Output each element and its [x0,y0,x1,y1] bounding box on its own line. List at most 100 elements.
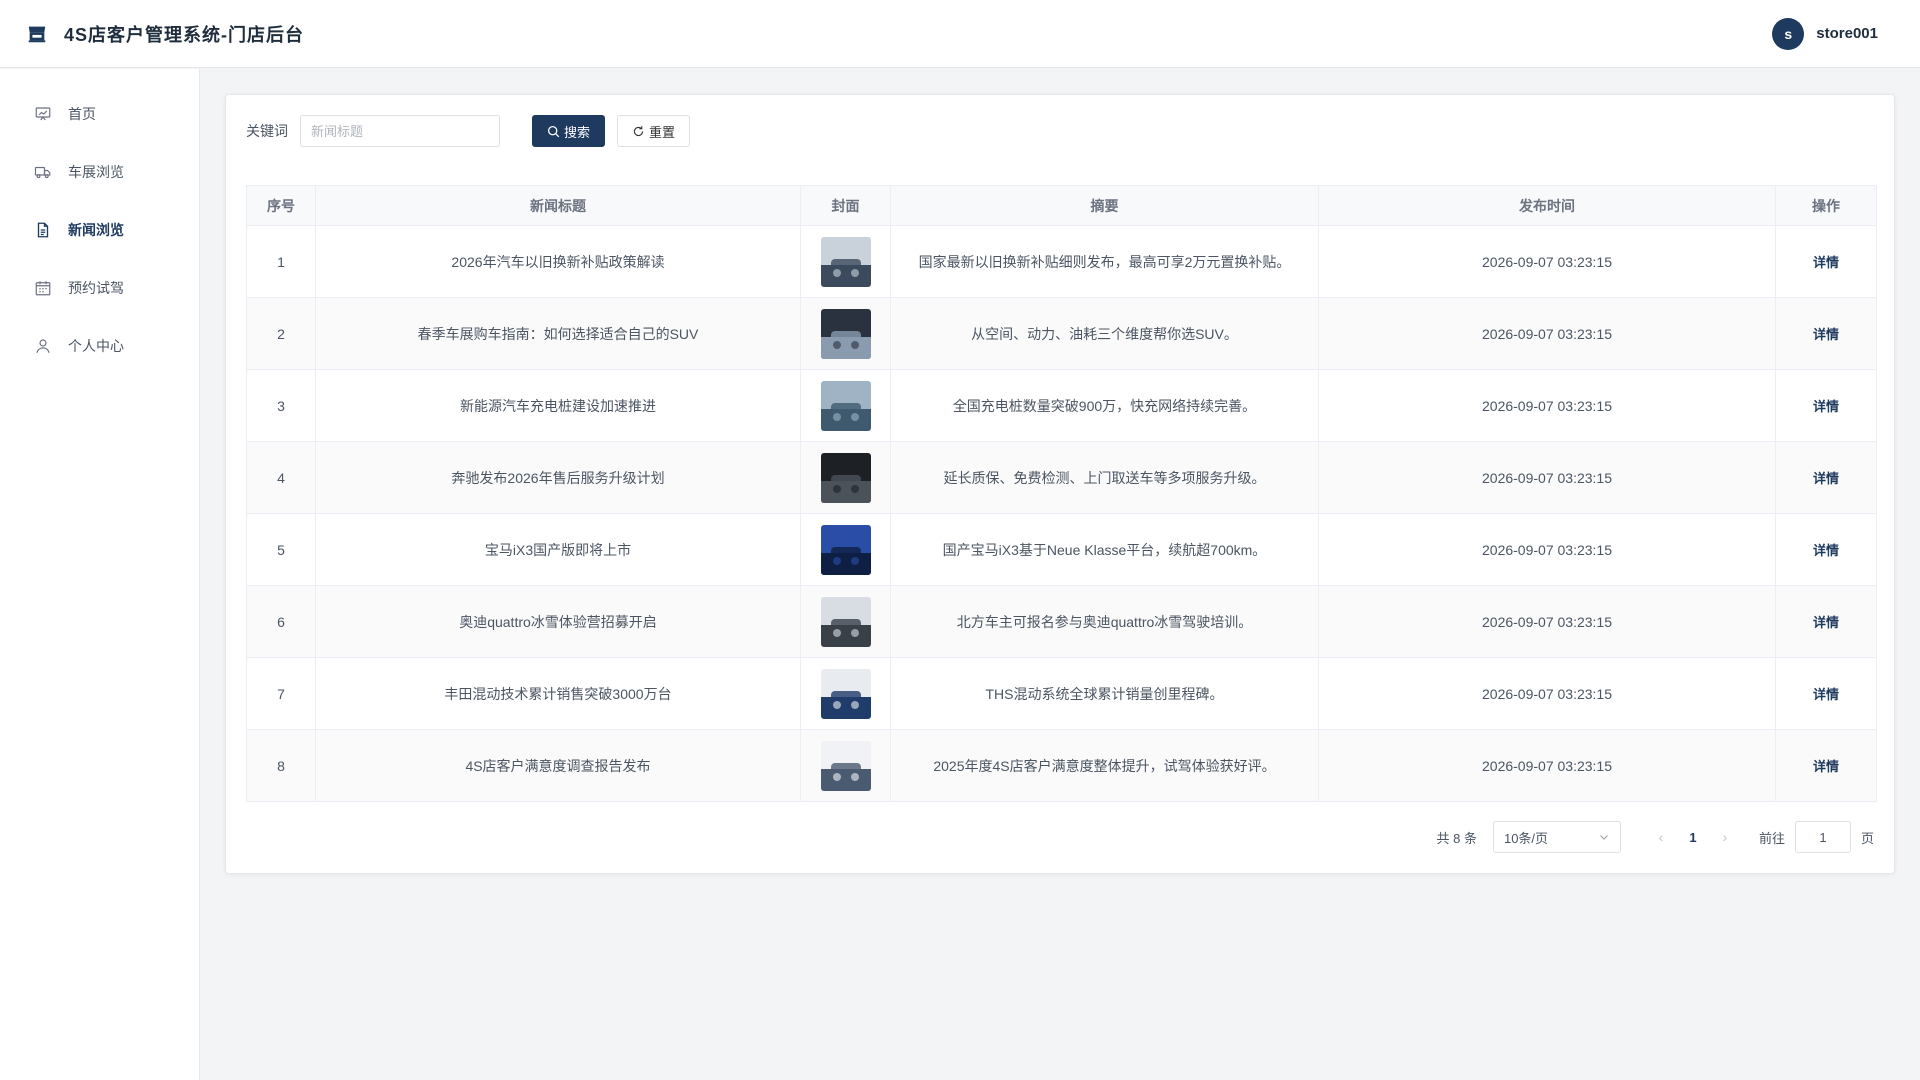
cell-title: 奥迪quattro冰雪体验营招募开启 [315,585,801,658]
sidebar-item-test-drive[interactable]: 预约试驾 [0,259,199,317]
goto-label: 前往 [1758,830,1785,846]
avatar[interactable]: s [1772,17,1805,50]
cell-summary: 北方车主可报名参与奥迪quattro冰雪驾驶培训。 [890,585,1319,658]
sidebar-item-label: 预约试驾 [68,280,124,296]
username[interactable]: store001 [1816,25,1878,42]
table-row: 8 4S店客户满意度调查报告发布 2025年度4S店客户满意度整体提升，试驾体验… [246,729,1877,802]
detail-link[interactable]: 详情 [1813,399,1839,414]
detail-link[interactable]: 详情 [1813,327,1839,342]
cell-cover [800,585,891,658]
cell-index: 3 [246,369,316,442]
sidebar-item-news[interactable]: 新闻浏览 [0,201,199,259]
detail-link[interactable]: 详情 [1813,543,1839,558]
cell-cover [800,369,891,442]
cell-summary: 国家最新以旧换新补贴细则发布，最高可享2万元置换补贴。 [890,225,1319,298]
chevron-down-icon [1600,835,1608,840]
cell-summary: 国产宝马iX3基于Neue Klasse平台，续航超700km。 [890,513,1319,586]
table-row: 2 春季车展购车指南：如何选择适合自己的SUV 从空间、动力、油耗三个维度帮你选… [246,297,1877,370]
cell-actions: 详情 [1775,513,1877,586]
cell-publish-time: 2026-09-07 03:23:15 [1318,369,1776,442]
news-cover-image [820,524,871,575]
cell-cover [800,729,891,802]
prev-page-button[interactable]: ‹ [1645,829,1677,845]
cell-actions: 详情 [1775,729,1877,802]
search-icon [547,125,560,137]
column-header-summary: 摘要 [890,185,1319,226]
app-title: 4S店客户管理系统-门店后台 [64,24,305,45]
table-row: 6 奥迪quattro冰雪体验营招募开启 北方车主可报名参与奥迪quattro冰… [246,585,1877,658]
news-cover-image [820,452,871,503]
search-button-label: 搜索 [564,124,591,140]
sidebar-item-profile[interactable]: 个人中心 [0,317,199,375]
table-row: 7 丰田混动技术累计销售突破3000万台 THS混动系统全球累计销量创里程碑。 … [246,657,1877,730]
cell-title: 奔驰发布2026年售后服务升级计划 [315,441,801,514]
detail-link[interactable]: 详情 [1813,255,1839,270]
cell-summary: 2025年度4S店客户满意度整体提升，试驾体验获好评。 [890,729,1319,802]
cell-publish-time: 2026-09-07 03:23:15 [1318,729,1776,802]
cell-actions: 详情 [1775,657,1877,730]
detail-link[interactable]: 详情 [1813,615,1839,630]
cell-actions: 详情 [1775,297,1877,370]
cell-title: 新能源汽车充电桩建设加速推进 [315,369,801,442]
sidebar-item-label: 新闻浏览 [68,222,124,238]
table-header-row: 序号 新闻标题 封面 摘要 发布时间 操作 [246,185,1877,226]
pagination: 共 8 条 10条/页 ‹ 1 › 前往 页 [1436,821,1874,853]
cell-index: 1 [246,225,316,298]
table-row: 3 新能源汽车充电桩建设加速推进 全国充电桩数量突破900万，快充网络持续完善。… [246,369,1877,442]
news-cover-image [820,596,871,647]
cell-cover [800,657,891,730]
news-cover-image [820,740,871,791]
keyword-label: 关键词 [246,123,288,139]
cell-actions: 详情 [1775,585,1877,658]
cell-publish-time: 2026-09-07 03:23:15 [1318,225,1776,298]
cell-summary: 全国充电桩数量突破900万，快充网络持续完善。 [890,369,1319,442]
cell-title: 宝马iX3国产版即将上市 [315,513,801,586]
cell-index: 4 [246,441,316,514]
sidebar-item-home[interactable]: 首页 [0,85,199,143]
column-header-actions: 操作 [1775,185,1877,226]
news-cover-image [820,380,871,431]
sidebar-item-label: 车展浏览 [68,164,124,180]
news-cover-image [820,308,871,359]
search-button[interactable]: 搜索 [532,115,606,147]
document-icon [37,222,49,238]
table-row: 5 宝马iX3国产版即将上市 国产宝马iX3基于Neue Klasse平台，续航… [246,513,1877,586]
top-bar: 4S店客户管理系统-门店后台 s store001 [0,0,1920,68]
page-size-select[interactable]: 10条/页 [1492,821,1621,853]
sidebar-item-car-shows[interactable]: 车展浏览 [0,143,199,201]
sidebar-item-label: 个人中心 [68,338,124,354]
cell-publish-time: 2026-09-07 03:23:15 [1318,513,1776,586]
cell-publish-time: 2026-09-07 03:23:15 [1318,585,1776,658]
store-logo-icon [28,26,46,42]
page-size-value: 10条/页 [1503,830,1549,846]
total-count: 共 8 条 [1436,830,1477,846]
detail-link[interactable]: 详情 [1813,759,1839,774]
detail-link[interactable]: 详情 [1813,687,1839,702]
cell-cover [800,225,891,298]
table-row: 1 2026年汽车以旧换新补贴政策解读 国家最新以旧换新补贴细则发布，最高可享2… [246,225,1877,298]
cell-publish-time: 2026-09-07 03:23:15 [1318,297,1776,370]
cell-publish-time: 2026-09-07 03:23:15 [1318,657,1776,730]
cell-title: 春季车展购车指南：如何选择适合自己的SUV [315,297,801,370]
next-page-button[interactable]: › [1709,829,1741,845]
reset-button[interactable]: 重置 [617,115,691,147]
cell-index: 8 [246,729,316,802]
cell-summary: 从空间、动力、油耗三个维度帮你选SUV。 [890,297,1319,370]
search-bar: 关键词 搜索 重置 [246,115,691,147]
refresh-icon [633,125,644,136]
user-menu[interactable]: s store001 [1772,17,1878,50]
goto-page-input[interactable] [1794,821,1851,853]
sidebar: 首页 车展浏览 新闻浏览 预约试驾 个人中心 [0,69,200,1080]
search-input[interactable] [300,115,500,147]
calendar-icon [35,281,51,296]
table-row: 4 奔驰发布2026年售后服务升级计划 延长质保、免费检测、上门取送车等多项服务… [246,441,1877,514]
column-header-title: 新闻标题 [315,185,801,226]
brand: 4S店客户管理系统-门店后台 [26,21,304,47]
detail-link[interactable]: 详情 [1813,471,1839,486]
cell-index: 2 [246,297,316,370]
page-number-current[interactable]: 1 [1677,830,1709,845]
cell-title: 2026年汽车以旧换新补贴政策解读 [315,225,801,298]
reset-button-label: 重置 [649,124,676,140]
cell-title: 丰田混动技术累计销售突破3000万台 [315,657,801,730]
cell-cover [800,441,891,514]
